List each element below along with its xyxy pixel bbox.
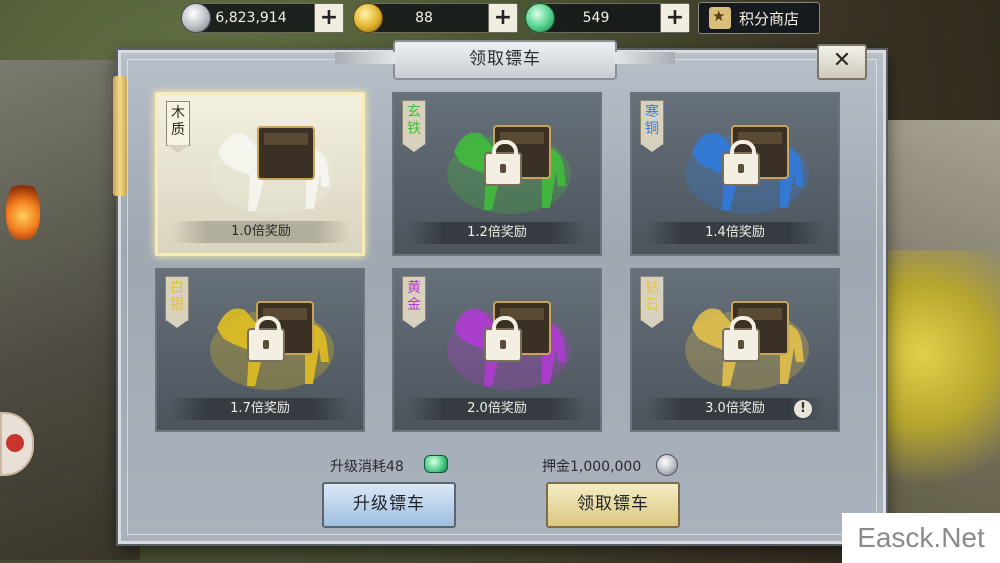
silver-counter: 6,823,914 + (181, 3, 344, 33)
gold-coin-icon (353, 3, 383, 33)
close-button[interactable]: ✕ (817, 44, 867, 80)
background-foliage (870, 250, 1000, 510)
cart-card[interactable]: 黄金 2.0倍奖励 (392, 268, 602, 432)
cart-tier-tag: 木质 (166, 101, 190, 153)
shop-icon (709, 7, 731, 29)
deposit-label: 押金1,000,000 (542, 459, 642, 475)
dialog-title: 领取镖车 (335, 40, 617, 80)
points-shop-button[interactable]: 积分商店 (698, 2, 820, 34)
lock-icon (484, 140, 522, 186)
reward-multiplier-label: 1.2倍奖励 (408, 222, 586, 244)
add-jade-button[interactable]: + (660, 4, 689, 32)
info-icon[interactable]: ! (794, 400, 812, 418)
upgrade-cost-label: 升级消耗48 (330, 459, 404, 475)
points-shop-label: 积分商店 (739, 9, 800, 28)
horse-cart-icon (211, 126, 335, 215)
lock-icon (722, 316, 760, 362)
cart-card[interactable]: 木质 1.0倍奖励 (155, 92, 365, 256)
cart-tier-tag: 钻石 (640, 276, 664, 328)
reward-multiplier-label: 1.4倍奖励 (646, 222, 824, 244)
jade-counter: 549 + (525, 3, 690, 33)
cart-tier-tag: 玄铁 (402, 100, 426, 152)
jade-icon (424, 455, 448, 473)
add-silver-button[interactable]: + (314, 4, 343, 32)
upgrade-cart-button[interactable]: 升级镖车 (322, 482, 456, 528)
reward-multiplier-label: 1.7倍奖励 (171, 398, 349, 420)
cart-tier-tag: 黄金 (402, 276, 426, 328)
claim-cart-button[interactable]: 领取镖车 (546, 482, 680, 528)
lock-icon (484, 316, 522, 362)
reward-multiplier-label: 1.0倍奖励 (172, 221, 350, 243)
cart-tier-tag: 白银 (165, 276, 189, 328)
scroll-ornament (113, 76, 127, 196)
cart-tier-tag: 寒铜 (640, 100, 664, 152)
cart-card[interactable]: 白银 1.7倍奖励 (155, 268, 365, 432)
watermark: Easck.Net (842, 513, 1000, 563)
silver-coin-icon (656, 454, 678, 476)
lock-icon (247, 316, 285, 362)
add-gold-button[interactable]: + (488, 4, 517, 32)
silver-coin-icon (181, 3, 211, 33)
cart-card[interactable]: 钻石 3.0倍奖励! (630, 268, 840, 432)
cart-card[interactable]: 玄铁 1.2倍奖励 (392, 92, 602, 256)
jade-icon (525, 3, 555, 33)
cart-card[interactable]: 寒铜 1.4倍奖励 (630, 92, 840, 256)
reward-multiplier-label: 2.0倍奖励 (408, 398, 586, 420)
torch-fire (6, 180, 40, 240)
lock-icon (722, 140, 760, 186)
gold-counter: 88 + (353, 3, 518, 33)
